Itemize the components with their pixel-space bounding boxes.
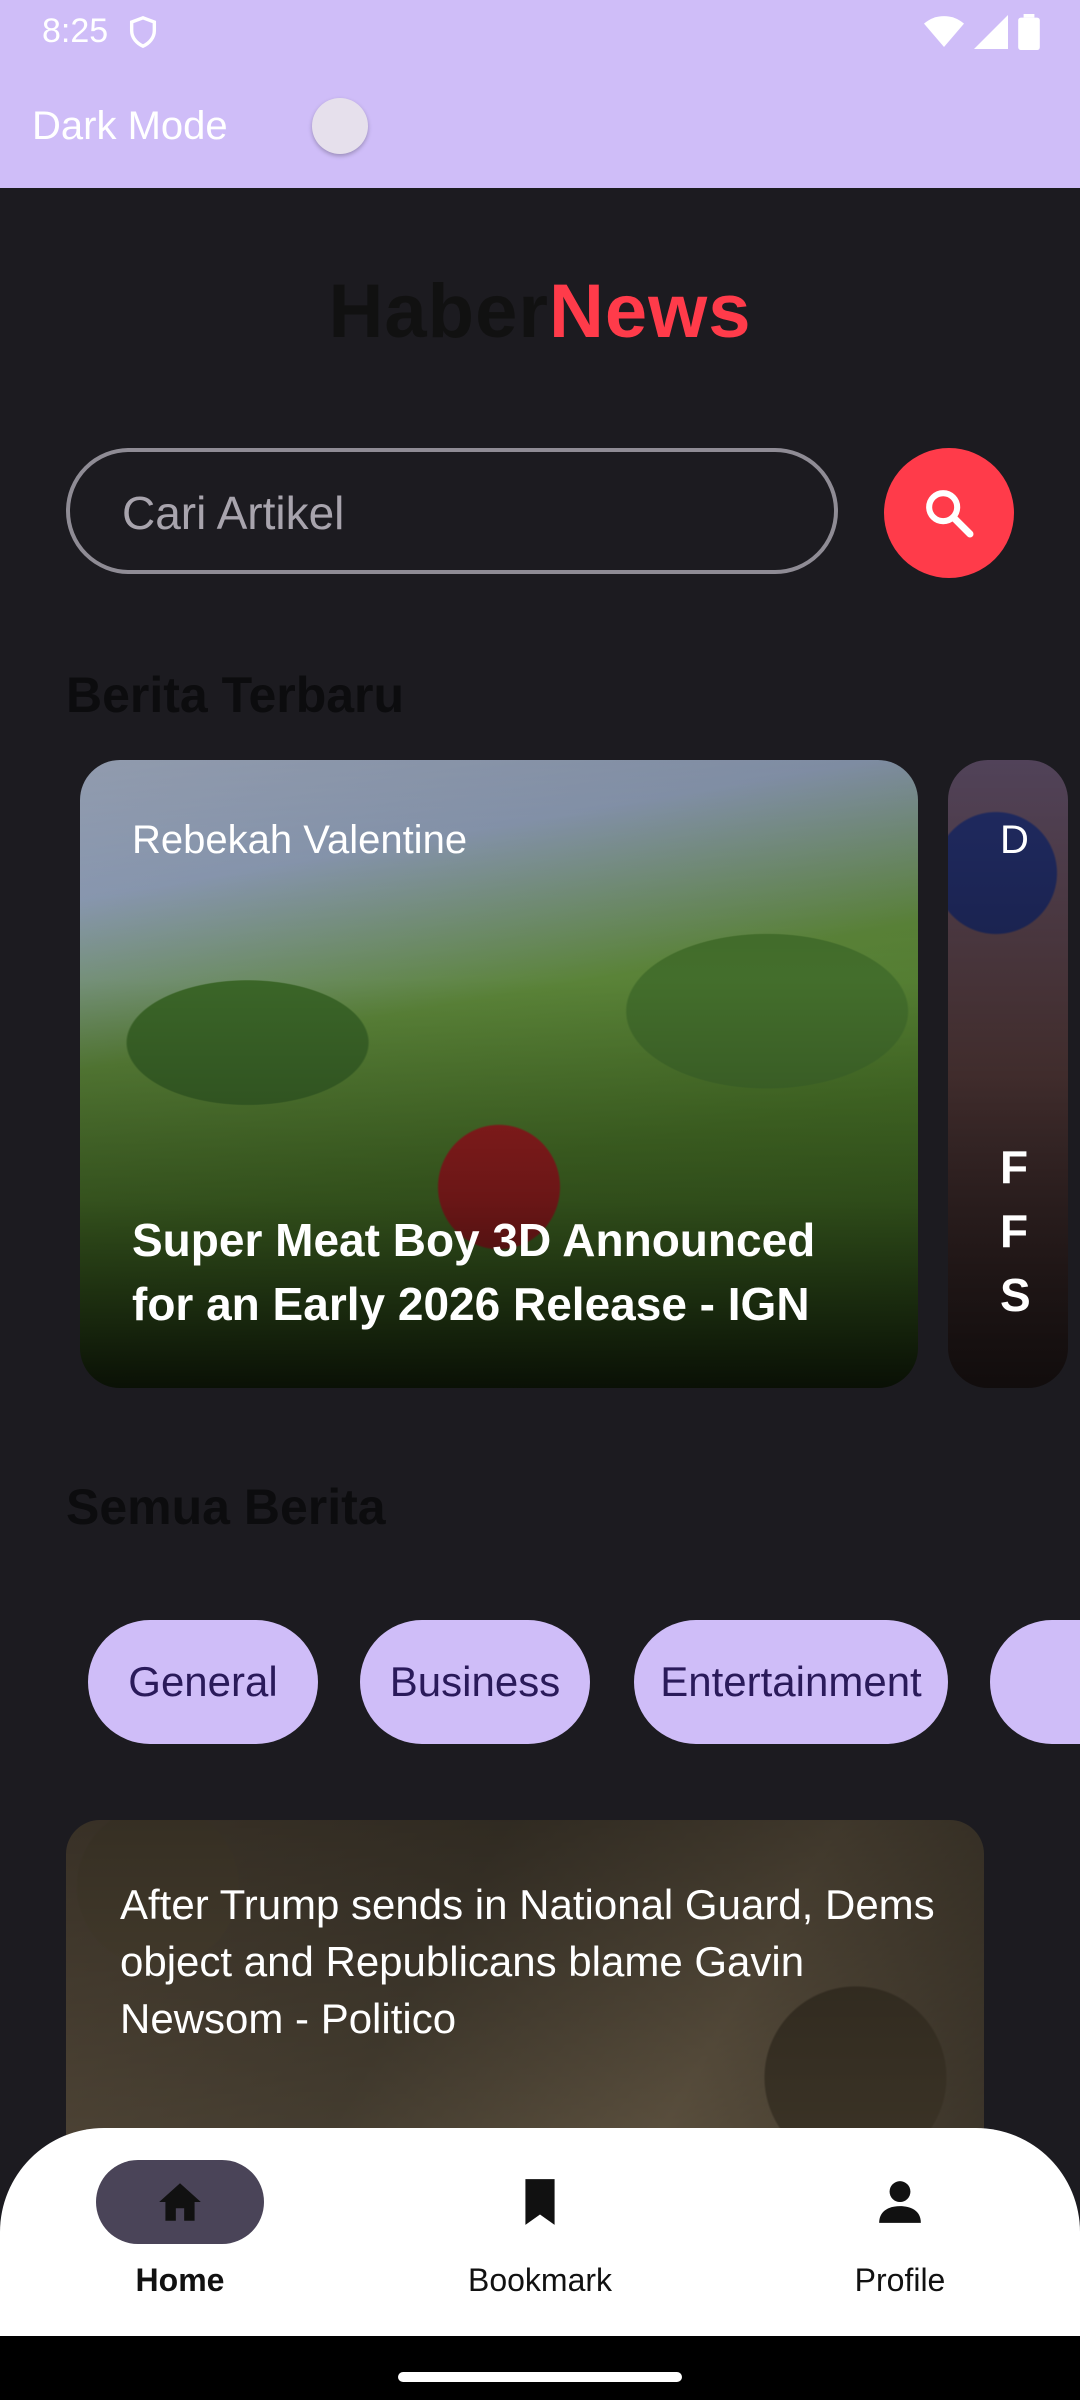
home-icon xyxy=(159,2183,201,2221)
logo-part-news: News xyxy=(548,269,752,354)
category-chip-entertainment[interactable]: Entertainment xyxy=(634,1620,948,1744)
section-title-all-news: Semua Berita xyxy=(66,1479,386,1535)
card-author: Rebekah Valentine xyxy=(132,818,468,862)
status-icons xyxy=(924,14,1040,50)
battery-icon xyxy=(1018,14,1040,50)
news-list-item[interactable]: After Trump sends in National Guard, Dem… xyxy=(66,1820,984,2150)
featured-card-partial[interactable]: D F F S xyxy=(948,760,1068,1388)
nav-label-bookmark: Bookmark xyxy=(467,2262,613,2298)
category-chip-general[interactable]: General xyxy=(88,1620,318,1744)
nav-item-profile[interactable]: Profile xyxy=(790,2160,1010,2299)
wifi-icon xyxy=(924,16,964,47)
top-app-bar: 8:25 Dark Mode xyxy=(0,0,1080,188)
bottom-navigation: Home Bookmark Profile xyxy=(0,2128,1080,2336)
bookmark-icon xyxy=(525,2179,555,2225)
card-title-fragment: F xyxy=(1000,1205,1029,1257)
featured-card[interactable]: Rebekah Valentine Super Meat Boy 3D Anno… xyxy=(80,760,918,1388)
search-icon xyxy=(926,490,974,538)
card-title-fragment: F xyxy=(1000,1141,1029,1193)
person-icon xyxy=(879,2181,921,2223)
logo-part-haber: Haber xyxy=(328,269,549,354)
category-chip-business[interactable]: Business xyxy=(360,1620,590,1744)
search-field[interactable] xyxy=(66,448,838,574)
card-title: Super Meat Boy 3D Announced for an Early… xyxy=(132,1214,816,1330)
card-author-fragment: D xyxy=(1000,818,1029,862)
section-title-latest: Berita Terbaru xyxy=(66,667,405,723)
system-navigation-bar xyxy=(0,2336,1080,2400)
home-indicator[interactable] xyxy=(398,2372,682,2382)
search-button[interactable] xyxy=(884,448,1014,578)
dark-mode-label: Dark Mode xyxy=(32,104,228,148)
status-time: 8:25 xyxy=(42,12,109,50)
shield-icon xyxy=(129,16,157,49)
dark-mode-switch-thumb[interactable] xyxy=(312,98,368,154)
nav-label-home: Home xyxy=(135,2262,225,2298)
category-chip-partial[interactable] xyxy=(990,1620,1080,1744)
card-title-fragment: S xyxy=(1000,1269,1031,1321)
nav-item-bookmark[interactable]: Bookmark xyxy=(430,2160,650,2299)
nav-label-profile: Profile xyxy=(854,2262,946,2298)
news-title: After Trump sends in National Guard, Dem… xyxy=(120,1881,935,2042)
app-logo: HaberNews xyxy=(0,268,1080,355)
signal-icon xyxy=(974,15,1008,49)
search-input[interactable] xyxy=(120,480,784,546)
nav-item-home[interactable]: Home xyxy=(70,2160,290,2299)
